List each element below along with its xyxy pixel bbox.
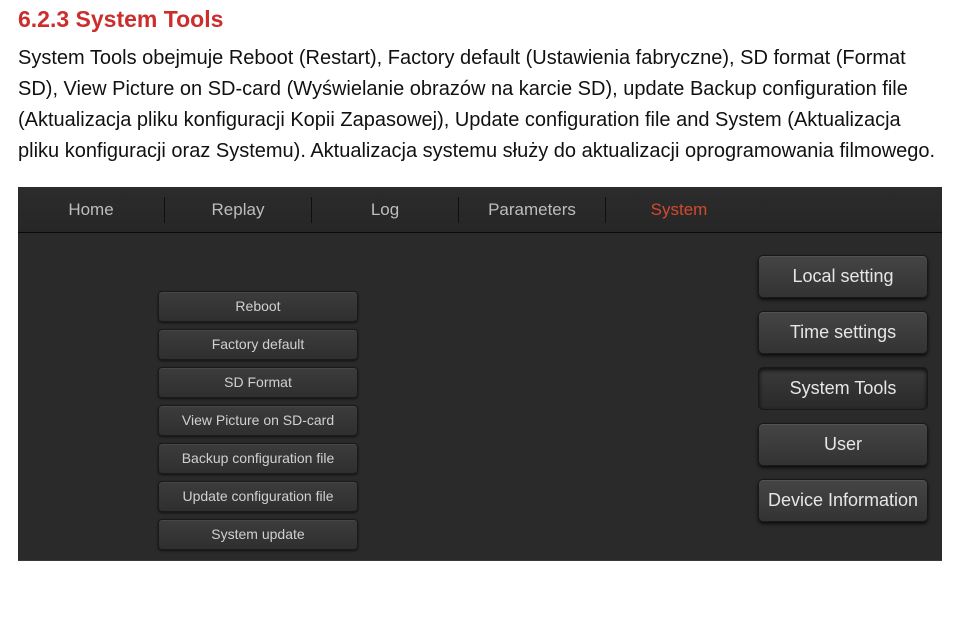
app-screenshot: Home Replay Log Parameters System Reboot… — [18, 187, 942, 561]
sd-format-button[interactable]: SD Format — [158, 367, 358, 398]
nav-system[interactable]: System — [606, 200, 752, 220]
document-section: 6.2.3 System Tools System Tools obejmuje… — [0, 0, 960, 183]
nav-replay[interactable]: Replay — [165, 200, 311, 220]
content-divider — [18, 560, 942, 561]
system-tools-button[interactable]: System Tools — [758, 367, 928, 410]
factory-default-button[interactable]: Factory default — [158, 329, 358, 360]
top-nav-bar: Home Replay Log Parameters System — [18, 187, 942, 233]
device-information-button[interactable]: Device Information — [758, 479, 928, 522]
backup-config-button[interactable]: Backup configuration file — [158, 443, 358, 474]
nav-home[interactable]: Home — [18, 200, 164, 220]
nav-parameters[interactable]: Parameters — [459, 200, 605, 220]
view-picture-sd-button[interactable]: View Picture on SD-card — [158, 405, 358, 436]
local-setting-button[interactable]: Local setting — [758, 255, 928, 298]
update-config-button[interactable]: Update configuration file — [158, 481, 358, 512]
system-update-button[interactable]: System update — [158, 519, 358, 550]
time-settings-button[interactable]: Time settings — [758, 311, 928, 354]
section-heading: 6.2.3 System Tools — [18, 6, 942, 33]
user-button[interactable]: User — [758, 423, 928, 466]
side-menu: Local setting Time settings System Tools… — [758, 255, 928, 522]
section-paragraph: System Tools obejmuje Reboot (Restart), … — [18, 43, 942, 167]
content-area: Reboot Factory default SD Format View Pi… — [18, 233, 942, 561]
reboot-button[interactable]: Reboot — [158, 291, 358, 322]
system-tools-panel: Reboot Factory default SD Format View Pi… — [158, 291, 358, 550]
nav-log[interactable]: Log — [312, 200, 458, 220]
